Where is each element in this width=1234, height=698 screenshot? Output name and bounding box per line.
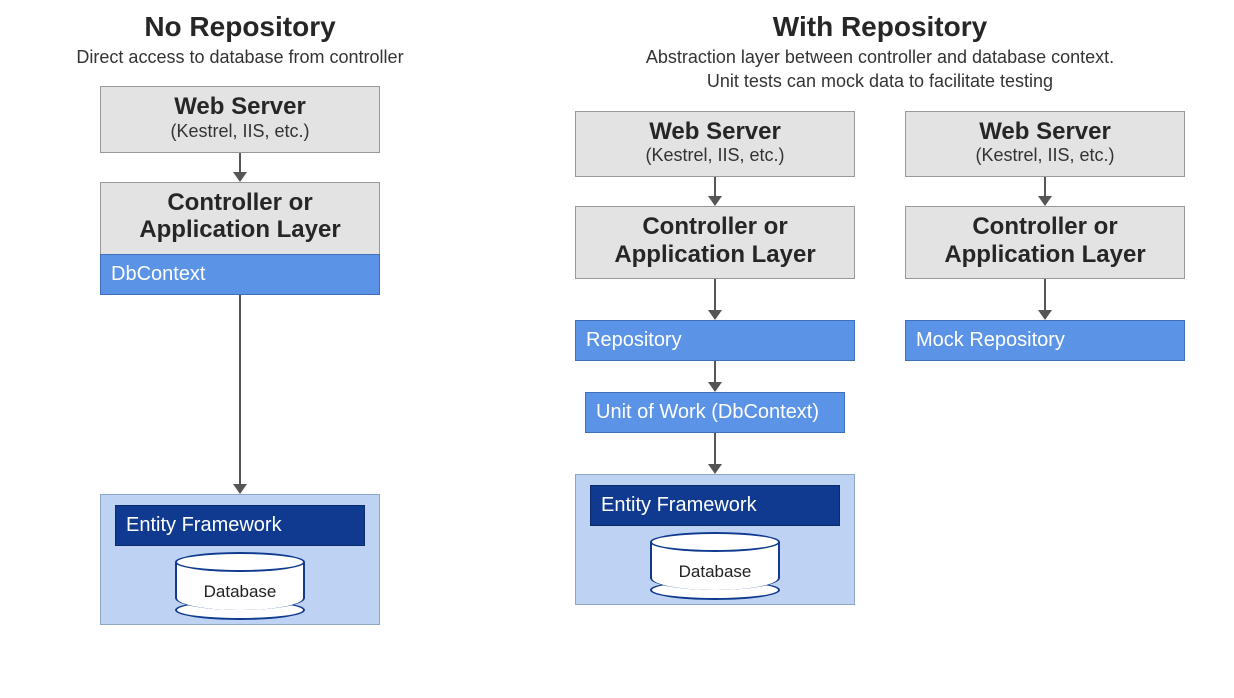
- dbcontext-label: DbContext: [111, 263, 206, 285]
- database-label: Database: [175, 582, 305, 602]
- ef-db-container: Entity Framework Database: [100, 494, 380, 625]
- left-subtitle: Direct access to database from controlle…: [76, 46, 403, 69]
- arrow-icon: [708, 279, 722, 320]
- controller-box: Controller or Application Layer: [100, 182, 380, 255]
- left-heading: No Repository Direct access to database …: [76, 10, 403, 68]
- arrow-icon: [1038, 279, 1052, 320]
- left-column: No Repository Direct access to database …: [30, 10, 450, 625]
- ef-box: Entity Framework: [590, 485, 840, 526]
- webserver-box: Web Server (Kestrel, IIS, etc.): [100, 86, 380, 153]
- flow-a: Web Server (Kestrel, IIS, etc.) Controll…: [575, 111, 855, 606]
- arrow-icon: [233, 153, 247, 182]
- webserver-title: Web Server: [111, 93, 369, 121]
- flow-b: Web Server (Kestrel, IIS, etc.) Controll…: [905, 111, 1185, 362]
- right-subtitle-1: Abstraction layer between controller and…: [646, 46, 1114, 69]
- arrow-icon: [708, 361, 722, 392]
- left-title: No Repository: [76, 10, 403, 44]
- ef-db-container: Entity Framework Database: [575, 474, 855, 605]
- webserver-title: Web Server: [586, 118, 844, 146]
- arrow-icon: [233, 295, 247, 494]
- dbcontext-box: DbContext: [100, 254, 380, 295]
- webserver-box: Web Server (Kestrel, IIS, etc.): [905, 111, 1185, 178]
- controller-box: Controller or Application Layer: [905, 206, 1185, 279]
- right-subtitle-2: Unit tests can mock data to facilitate t…: [646, 70, 1114, 93]
- controller-line2: Application Layer: [916, 241, 1174, 269]
- mock-repository-box: Mock Repository: [905, 320, 1185, 361]
- right-heading: With Repository Abstraction layer betwee…: [646, 10, 1114, 93]
- webserver-box: Web Server (Kestrel, IIS, etc.): [575, 111, 855, 178]
- controller-box: Controller or Application Layer: [575, 206, 855, 279]
- unit-of-work-box: Unit of Work (DbContext): [585, 392, 845, 433]
- controller-line1: Controller or: [586, 213, 844, 241]
- controller-line2: Application Layer: [586, 241, 844, 269]
- ef-box: Entity Framework: [115, 505, 365, 546]
- right-column: With Repository Abstraction layer betwee…: [540, 10, 1220, 605]
- arrow-icon: [708, 433, 722, 474]
- arrow-icon: [1038, 177, 1052, 206]
- mock-repository-label: Mock Repository: [916, 329, 1065, 351]
- left-flow: Web Server (Kestrel, IIS, etc.) Controll…: [100, 86, 380, 625]
- webserver-sub: (Kestrel, IIS, etc.): [586, 145, 844, 166]
- webserver-title: Web Server: [916, 118, 1174, 146]
- database-label: Database: [650, 562, 780, 582]
- ef-label: Entity Framework: [601, 494, 757, 516]
- controller-line1: Controller or: [111, 189, 369, 217]
- webserver-sub: (Kestrel, IIS, etc.): [111, 121, 369, 142]
- controller-line2: Application Layer: [111, 216, 369, 244]
- webserver-sub: (Kestrel, IIS, etc.): [916, 145, 1174, 166]
- arrow-icon: [708, 177, 722, 206]
- repository-box: Repository: [575, 320, 855, 361]
- ef-label: Entity Framework: [126, 514, 282, 536]
- right-flows-row: Web Server (Kestrel, IIS, etc.) Controll…: [575, 111, 1185, 606]
- right-title: With Repository: [646, 10, 1114, 44]
- database-icon: Database: [650, 532, 780, 600]
- database-icon: Database: [175, 552, 305, 620]
- repository-label: Repository: [586, 329, 682, 351]
- unit-of-work-label: Unit of Work (DbContext): [596, 401, 819, 423]
- controller-line1: Controller or: [916, 213, 1174, 241]
